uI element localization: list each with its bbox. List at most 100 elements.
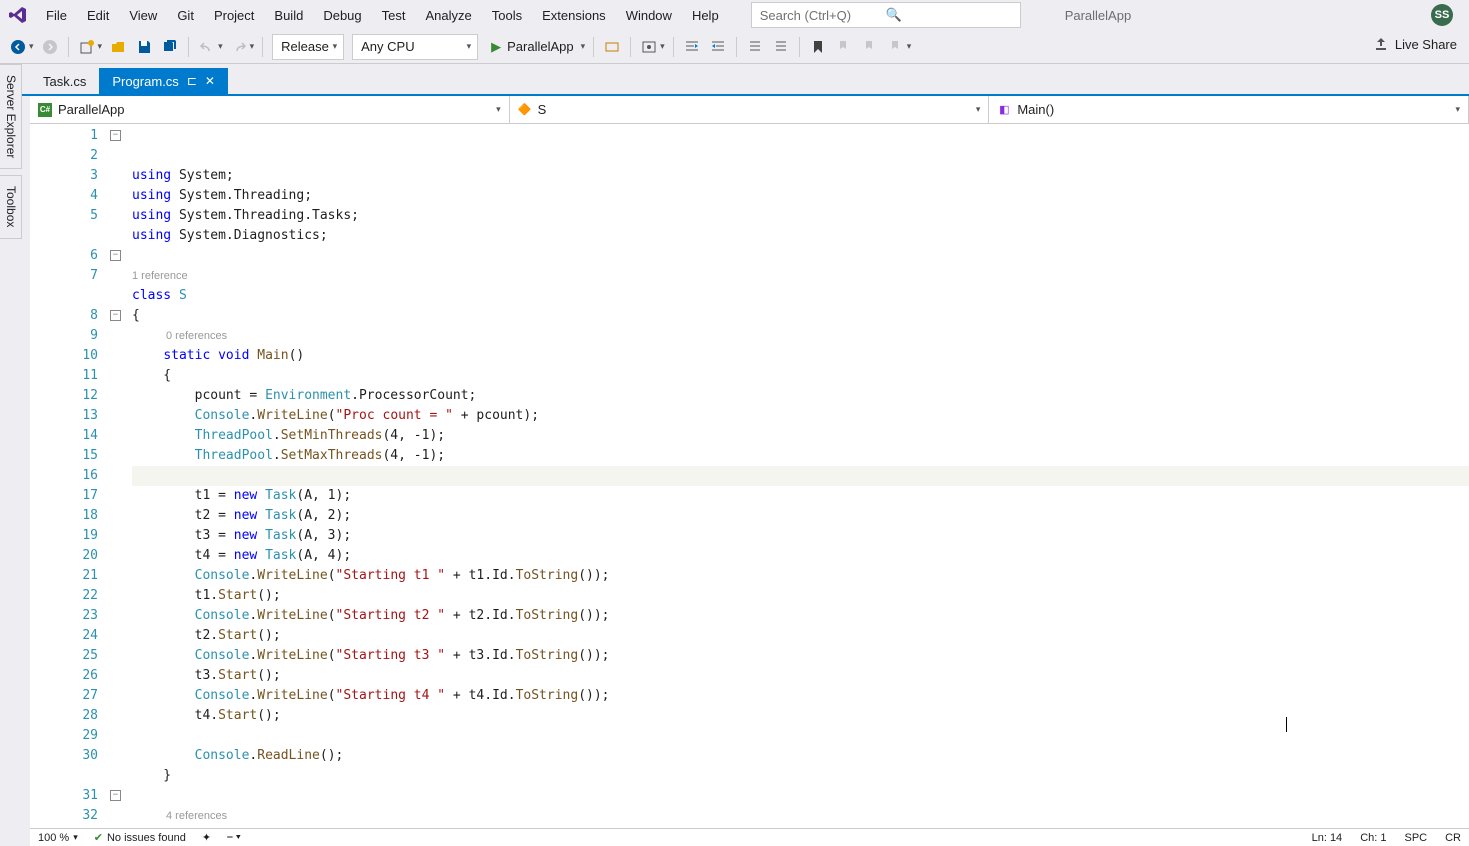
menu-view[interactable]: View [119,3,167,28]
code-line[interactable]: class S [132,286,1469,306]
menu-analyze[interactable]: Analyze [415,3,481,28]
code-line[interactable]: using System.Threading.Tasks; [132,206,1469,226]
code-line[interactable] [132,246,1469,266]
outdent-button[interactable] [680,35,704,59]
code-line[interactable]: t1 = new Task(A, 1); [132,486,1469,506]
menu-file[interactable]: File [36,3,77,28]
zoom-combo[interactable]: 100 %▾ [38,832,78,844]
code-line[interactable]: t1.Start(); [132,586,1469,606]
codelens[interactable]: 1 reference [132,266,1469,286]
code-line[interactable]: t2.Start(); [132,626,1469,646]
line-number: 2 [30,146,98,166]
nav-back-button[interactable] [6,35,30,59]
codelens[interactable]: 4 references [132,806,1469,826]
new-item-button[interactable] [75,35,99,59]
line-indicator[interactable]: Ln: 14 [1312,832,1343,844]
menu-edit[interactable]: Edit [77,3,119,28]
menu-git[interactable]: Git [167,3,204,28]
code-line[interactable]: using System.Diagnostics; [132,226,1469,246]
code-line[interactable]: t2 = new Task(A, 2); [132,506,1469,526]
fold-toggle[interactable]: − [110,786,132,806]
dropdown-icon[interactable]: ▾ [29,41,34,52]
toolbar-button[interactable]: ⎯ ▾ [227,831,241,844]
code-editor[interactable]: 1234567891011121314151617181920212223242… [30,124,1469,828]
tab-task-cs[interactable]: Task.cs [30,68,99,94]
code-line[interactable]: Console.WriteLine("Starting t1 " + t1.Id… [132,566,1469,586]
user-avatar[interactable]: SS [1431,4,1453,26]
close-icon[interactable]: ✕ [205,74,215,88]
toolbar-button[interactable] [637,35,661,59]
save-all-button[interactable] [158,35,182,59]
config-combo[interactable]: Release [272,34,344,60]
menu-test[interactable]: Test [372,3,416,28]
class-nav-combo[interactable]: 🔶 S [510,96,990,123]
code-line[interactable]: t3 = new Task(A, 3); [132,526,1469,546]
crlf-indicator[interactable]: CR [1445,832,1461,844]
code-line[interactable]: t4 = new Task(A, 4); [132,546,1469,566]
line-number: 25 [30,646,98,666]
method-nav-combo[interactable]: ◧ Main() [989,96,1469,123]
codelens[interactable]: 0 references [132,326,1469,346]
menu-project[interactable]: Project [204,3,264,28]
menu-extensions[interactable]: Extensions [532,3,616,28]
open-file-button[interactable] [106,35,130,59]
tab-program-cs[interactable]: Program.cs⊏✕ [99,68,228,94]
char-indicator[interactable]: Ch: 1 [1360,832,1386,844]
code-line[interactable]: pcount = Environment.ProcessorCount; [132,386,1469,406]
line-number: 28 [30,706,98,726]
code-line[interactable]: using System; [132,166,1469,186]
code-line[interactable]: } [132,766,1469,786]
search-input[interactable]: Search (Ctrl+Q) 🔍 [751,2,1021,28]
menu-tools[interactable]: Tools [482,3,532,28]
code-line[interactable]: { [132,306,1469,326]
dropdown-icon[interactable]: ▾ [581,41,586,52]
code-line[interactable]: Console.WriteLine("Starting t4 " + t4.Id… [132,686,1469,706]
spaces-indicator[interactable]: SPC [1404,832,1427,844]
code-line[interactable]: Console.ReadLine(); [132,746,1469,766]
uncomment-button[interactable] [769,35,793,59]
fold-guide [110,606,132,626]
code-line[interactable]: { [132,366,1469,386]
server-explorer-tab[interactable]: Server Explorer [0,64,22,169]
toolbox-tab[interactable]: Toolbox [0,175,22,238]
line-number [30,226,98,246]
platform-combo[interactable]: Any CPU [352,34,478,60]
code-line[interactable]: static void Main() [132,346,1469,366]
code-line[interactable]: Console.WriteLine("Proc count = " + pcou… [132,406,1469,426]
menu-build[interactable]: Build [264,3,313,28]
fold-toggle[interactable]: − [110,246,132,266]
code-line[interactable]: t3.Start(); [132,666,1469,686]
code-line[interactable] [132,786,1469,806]
live-share-button[interactable]: Live Share [1373,36,1457,52]
code-line[interactable] [132,466,1469,486]
project-nav-label: ParallelApp [58,102,125,117]
toolbar-button[interactable] [600,35,624,59]
toolbar-button[interactable]: ✦ [202,831,211,844]
code-line[interactable] [132,726,1469,746]
dropdown-icon[interactable]: ▾ [660,41,665,52]
fold-toggle[interactable]: − [110,126,132,146]
menu-help[interactable]: Help [682,3,729,28]
code-line[interactable]: using System.Threading; [132,186,1469,206]
code-line[interactable]: ThreadPool.SetMinThreads(4, -1); [132,426,1469,446]
project-nav-combo[interactable]: C# ParallelApp [30,96,510,123]
bookmark-button[interactable] [806,35,830,59]
fold-toggle[interactable]: − [110,306,132,326]
search-placeholder: Search (Ctrl+Q) [760,8,886,23]
indent-button[interactable] [706,35,730,59]
fold-guide [110,706,132,726]
pin-icon[interactable]: ⊏ [187,74,197,88]
issues-indicator[interactable]: ✔ No issues found [94,831,186,844]
dropdown-icon[interactable]: ▾ [98,41,103,52]
code-line[interactable]: ThreadPool.SetMaxThreads(4, -1); [132,446,1469,466]
line-number: 9 [30,326,98,346]
comment-button[interactable] [743,35,767,59]
menu-debug[interactable]: Debug [313,3,371,28]
start-button[interactable]: ▶ ParallelApp [483,35,582,59]
save-button[interactable] [132,35,156,59]
menu-window[interactable]: Window [616,3,682,28]
code-line[interactable]: Console.WriteLine("Starting t3 " + t3.Id… [132,646,1469,666]
code-line[interactable]: t4.Start(); [132,706,1469,726]
code-line[interactable]: Console.WriteLine("Starting t2 " + t2.Id… [132,606,1469,626]
line-number: 6 [30,246,98,266]
